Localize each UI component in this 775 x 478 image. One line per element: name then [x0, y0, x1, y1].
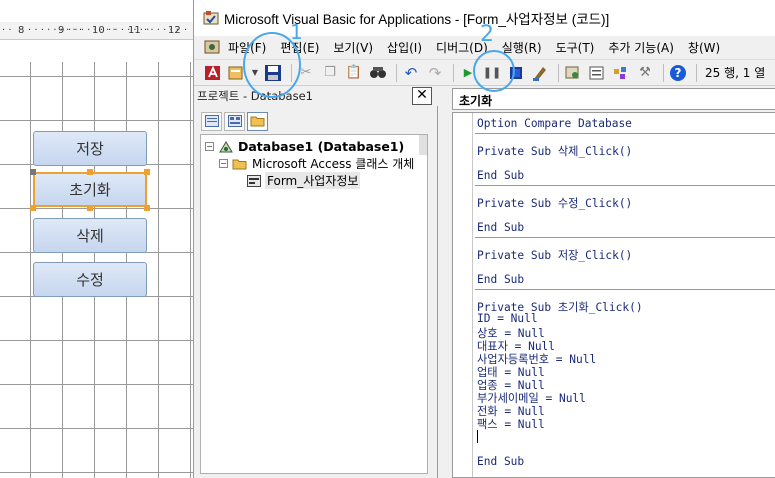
svg-text:?: ?	[675, 66, 682, 80]
code-line: Private Sub 저장_Click()	[477, 249, 633, 262]
object-dropdown[interactable]: 초기화	[452, 88, 775, 110]
tree-root[interactable]: − Database1 (Database1)	[205, 139, 404, 154]
view-code-icon[interactable]	[201, 111, 222, 131]
paste-icon[interactable]: 📋	[344, 63, 364, 83]
code-window: 초기화 Option Compare Database Private Sub …	[442, 86, 775, 478]
menu-edit[interactable]: 편집(E)	[280, 39, 319, 56]
find-icon[interactable]	[368, 63, 388, 83]
menu-run[interactable]: 실행(R)	[502, 39, 542, 56]
project-toolbar	[194, 108, 438, 134]
code-line: Option Compare Database	[477, 117, 632, 130]
selection-handle[interactable]	[144, 169, 150, 175]
project-explorer: 프로젝트 - Database1 ✕ − Database1 (Database…	[194, 86, 438, 478]
code-line: End Sub	[477, 221, 525, 234]
code-line: End Sub	[477, 273, 525, 286]
copy-icon[interactable]: ❐	[320, 63, 340, 83]
project-explorer-title: 프로젝트 - Database1	[194, 86, 438, 106]
insert-userform-icon[interactable]	[227, 63, 247, 83]
ruler-mark: 9	[58, 25, 65, 36]
object-browser-icon[interactable]	[611, 63, 631, 83]
procedure-separator	[475, 133, 775, 134]
database-icon	[219, 140, 233, 152]
save-button[interactable]: 저장	[33, 131, 147, 166]
collapse-icon[interactable]: −	[205, 142, 214, 151]
horizontal-ruler: · · 8 · · · · · · · · · 9 · · · · · · · …	[0, 22, 193, 40]
redo-icon[interactable]: ↷	[425, 63, 445, 83]
folder-open-icon	[232, 159, 247, 169]
code-editor[interactable]: Option Compare Database Private Sub 삭제_C…	[452, 112, 775, 478]
toggle-folders-icon[interactable]	[247, 111, 268, 131]
code-line: End Sub	[477, 455, 525, 468]
tree-folder-label: Microsoft Access 클래스 개체	[252, 157, 415, 171]
ruler-mark: 8	[18, 25, 25, 36]
menu-addins[interactable]: 추가 기능(A)	[608, 39, 674, 56]
tree-item-form[interactable]: Form_사업자정보	[247, 172, 361, 189]
menu-view[interactable]: 보기(V)	[333, 39, 373, 56]
ruler-mark: 11	[128, 25, 141, 36]
design-mode-icon[interactable]	[530, 63, 550, 83]
code-line: Private Sub 수정_Click()	[477, 197, 633, 210]
form-designer: · · 8 · · · · · · · · · 9 · · · · · · · …	[0, 0, 193, 478]
form-module-icon	[247, 174, 261, 187]
ruler-mark: 10	[92, 25, 105, 36]
code-line: End Sub	[477, 169, 525, 182]
selection-handle[interactable]	[30, 169, 36, 175]
standard-toolbar: ▼ ✂ ❐ 📋 ↶ ↷ ▶ ❚❚ ⚒ ? 25 행, 1 열	[194, 59, 775, 86]
view-access-icon[interactable]	[203, 63, 223, 83]
delete-button[interactable]: 삭제	[33, 218, 147, 253]
menu-insert[interactable]: 삽입(I)	[387, 39, 422, 56]
window-title: Microsoft Visual Basic for Applications …	[224, 12, 610, 27]
menu-bar: 파일(F) 편집(E) 보기(V) 삽입(I) 디버그(D) 실행(R) 도구(…	[194, 36, 775, 58]
procedure-separator	[475, 289, 775, 290]
menu-debug[interactable]: 디버그(D)	[436, 39, 488, 56]
code-line: 팩스 = Null	[477, 418, 545, 431]
menu-file[interactable]: 파일(F)	[228, 39, 266, 56]
tree-item-label: Form_사업자정보	[265, 172, 361, 189]
cursor-position: 25 행, 1 열	[705, 66, 766, 80]
break-icon[interactable]: ❚❚	[482, 63, 502, 83]
tree-root-label: Database1 (Database1)	[238, 139, 405, 154]
close-icon[interactable]: ✕	[412, 87, 432, 105]
run-icon[interactable]: ▶	[458, 63, 478, 83]
cut-icon[interactable]: ✂	[296, 63, 316, 83]
save-icon[interactable]	[263, 63, 283, 83]
code-margin	[453, 113, 473, 477]
title-bar: Microsoft Visual Basic for Applications …	[194, 0, 775, 36]
code-line: ID = Null	[477, 312, 538, 325]
collapse-icon[interactable]: −	[219, 159, 228, 168]
toolbox-icon[interactable]: ⚒	[635, 63, 655, 83]
view-object-icon[interactable]	[224, 111, 245, 131]
properties-icon[interactable]	[587, 63, 607, 83]
vba-editor-window: Microsoft Visual Basic for Applications …	[193, 0, 775, 478]
tree-scrollbar[interactable]	[419, 135, 427, 155]
reset-button[interactable]: 초기화	[33, 172, 147, 207]
project-tree: − Database1 (Database1) − Microsoft Acce…	[200, 134, 428, 474]
undo-icon[interactable]: ↶	[401, 63, 421, 83]
ruler-mark: 12	[168, 25, 181, 36]
tree-folder[interactable]: − Microsoft Access 클래스 개체	[219, 155, 414, 172]
menu-tools[interactable]: 도구(T)	[556, 39, 595, 56]
vba-app-icon	[203, 11, 219, 25]
procedure-separator	[475, 185, 775, 186]
selection-handle[interactable]	[144, 205, 150, 211]
access-icon[interactable]	[204, 39, 222, 55]
code-line: Private Sub 삭제_Click()	[477, 145, 633, 158]
selection-handle[interactable]	[30, 205, 36, 211]
selection-handle[interactable]	[87, 205, 93, 211]
help-icon[interactable]: ?	[668, 63, 688, 83]
screen: · · 8 · · · · · · · · · 9 · · · · · · · …	[0, 0, 775, 478]
chevron-down-icon[interactable]: ▼	[251, 63, 259, 83]
menu-window[interactable]: 창(W)	[688, 39, 720, 56]
procedure-separator	[475, 237, 775, 238]
text-cursor	[477, 430, 478, 443]
reset-icon[interactable]	[506, 63, 526, 83]
selection-handle[interactable]	[87, 169, 93, 175]
project-explorer-icon[interactable]	[563, 63, 583, 83]
edit-button[interactable]: 수정	[33, 262, 147, 297]
